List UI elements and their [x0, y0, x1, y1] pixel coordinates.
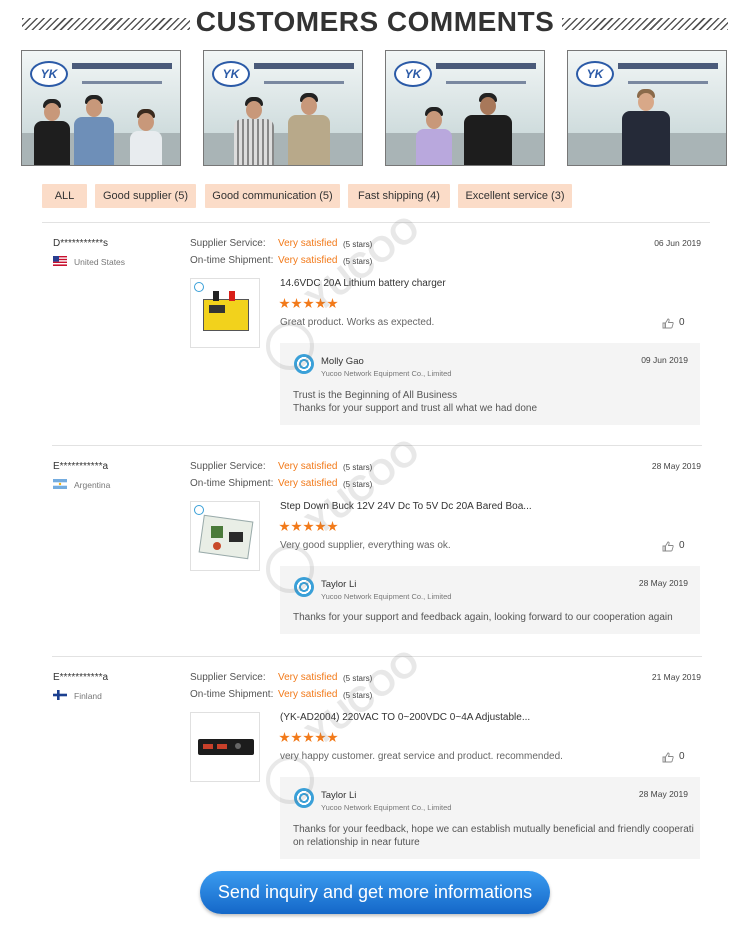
reply-text-line-2: on relationship in near future — [293, 837, 420, 848]
shipment-stars: (5 stars) — [343, 480, 373, 489]
company-logo: YK — [576, 61, 614, 87]
reply-author: Molly Gao — [321, 356, 364, 367]
shipment-stars: (5 stars) — [343, 257, 373, 266]
supplier-rating: Very satisfied — [278, 238, 338, 249]
supplier-rating: Very satisfied — [278, 461, 338, 472]
buyer-name: E***********a — [53, 672, 109, 683]
send-inquiry-button[interactable]: Send inquiry and get more informations — [200, 871, 550, 914]
product-thumbnail[interactable] — [190, 712, 260, 782]
reply-date: 28 May 2019 — [638, 789, 688, 799]
filter-tab-good-supplier[interactable]: Good supplier (5) — [95, 184, 196, 208]
product-name[interactable]: (YK-AD2004) 220VAC TO 0~200VDC 0~4A Adju… — [280, 712, 530, 723]
flag-us-icon — [53, 256, 67, 266]
review-comment: Very good supplier, everything was ok. — [280, 540, 451, 551]
reply-text-line-1: Thanks for your feedback, hope we can es… — [293, 824, 694, 835]
supplier-rating: Very satisfied — [278, 672, 338, 683]
filter-tab-good-communication[interactable]: Good communication (5) — [205, 184, 340, 208]
customer-photo-2: YK — [203, 50, 363, 166]
reply-company: Yucoo Network Equipment Co., Limited — [321, 592, 452, 601]
filter-tab-fast-shipping[interactable]: Fast shipping (4) — [348, 184, 450, 208]
reply-date: 09 Jun 2019 — [641, 355, 688, 365]
supplier-reply: Taylor Li Yucoo Network Equipment Co., L… — [280, 566, 700, 634]
like-count: 0 — [679, 540, 685, 551]
rating-stars — [279, 519, 339, 532]
review-date: 21 May 2019 — [651, 672, 701, 682]
supplier-avatar-icon — [294, 354, 314, 374]
rating-stars — [279, 296, 339, 309]
rating-stars — [279, 730, 339, 743]
shipment-rating: Very satisfied — [278, 255, 338, 266]
thumbs-up-icon[interactable] — [662, 318, 674, 329]
product-thumbnail[interactable] — [190, 501, 260, 571]
like-count: 0 — [679, 751, 685, 762]
reply-text-line-1: Thanks for your support and feedback aga… — [293, 612, 673, 623]
reply-text-line-2: Thanks for your support and trust all wh… — [293, 403, 538, 414]
customer-photo-4: YK — [567, 50, 727, 166]
product-name[interactable]: 14.6VDC 20A Lithium battery charger — [280, 278, 446, 289]
review-comment: very happy customer. great service and p… — [280, 751, 563, 762]
review-comment: Great product. Works as expected. — [280, 317, 435, 328]
review-date: 28 May 2019 — [651, 461, 701, 471]
reply-author: Taylor Li — [321, 790, 357, 801]
buyer-country: United States — [74, 257, 126, 267]
product-badge-icon — [194, 282, 204, 292]
shipment-rating: Very satisfied — [278, 478, 338, 489]
review-card: E***********a Finland Supplier Service: … — [0, 641, 750, 862]
review-date: 06 Jun 2019 — [654, 238, 701, 248]
supplier-reply: Taylor Li Yucoo Network Equipment Co., L… — [280, 777, 700, 859]
filter-tab-excellent-service[interactable]: Excellent service (3) — [458, 184, 572, 208]
page-header: CUSTOMERS COMMENTS — [0, 0, 750, 50]
thumbs-up-icon[interactable] — [662, 541, 674, 552]
buyer-country: Finland — [74, 691, 102, 701]
supplier-service-label: Supplier Service: — [190, 672, 266, 683]
supplier-stars: (5 stars) — [343, 674, 373, 683]
review-card: E***********a Argentina Supplier Service… — [0, 430, 750, 639]
divider — [52, 656, 702, 657]
supplier-stars: (5 stars) — [343, 240, 373, 249]
buyer-name: E***********a — [53, 461, 109, 472]
like-count: 0 — [679, 317, 685, 328]
customer-photo-1: YK — [21, 50, 181, 166]
buyer-country: Argentina — [74, 480, 111, 490]
review-card: D***********s United States Supplier Ser… — [0, 207, 750, 436]
supplier-reply: Molly Gao Yucoo Network Equipment Co., L… — [280, 343, 700, 425]
supplier-stars: (5 stars) — [343, 463, 373, 472]
reply-author: Taylor Li — [321, 579, 357, 590]
shipment-rating: Very satisfied — [278, 689, 338, 700]
supplier-service-label: Supplier Service: — [190, 238, 266, 249]
shipment-stars: (5 stars) — [343, 691, 373, 700]
reply-company: Yucoo Network Equipment Co., Limited — [321, 369, 452, 378]
reply-date: 28 May 2019 — [638, 578, 688, 588]
supplier-avatar-icon — [294, 788, 314, 808]
product-name[interactable]: Step Down Buck 12V 24V Dc To 5V Dc 20A B… — [280, 501, 532, 512]
product-badge-icon — [194, 505, 204, 515]
product-thumbnail[interactable] — [190, 278, 260, 348]
flag-finland-icon — [53, 690, 67, 700]
reply-text-line-1: Trust is the Beginning of All Business — [293, 390, 458, 401]
shipment-label: On-time Shipment: — [190, 478, 274, 489]
shipment-label: On-time Shipment: — [190, 255, 274, 266]
header-hatch-right — [562, 18, 728, 30]
customer-photo-3: YK — [385, 50, 545, 166]
flag-argentina-icon — [53, 479, 67, 489]
supplier-service-label: Supplier Service: — [190, 461, 266, 472]
reply-company: Yucoo Network Equipment Co., Limited — [321, 803, 452, 812]
buyer-name: D***********s — [53, 238, 109, 249]
divider — [52, 445, 702, 446]
divider — [42, 222, 710, 223]
thumbs-up-icon[interactable] — [662, 752, 674, 763]
filter-tab-all[interactable]: ALL — [42, 184, 87, 208]
supplier-avatar-icon — [294, 577, 314, 597]
shipment-label: On-time Shipment: — [190, 689, 274, 700]
